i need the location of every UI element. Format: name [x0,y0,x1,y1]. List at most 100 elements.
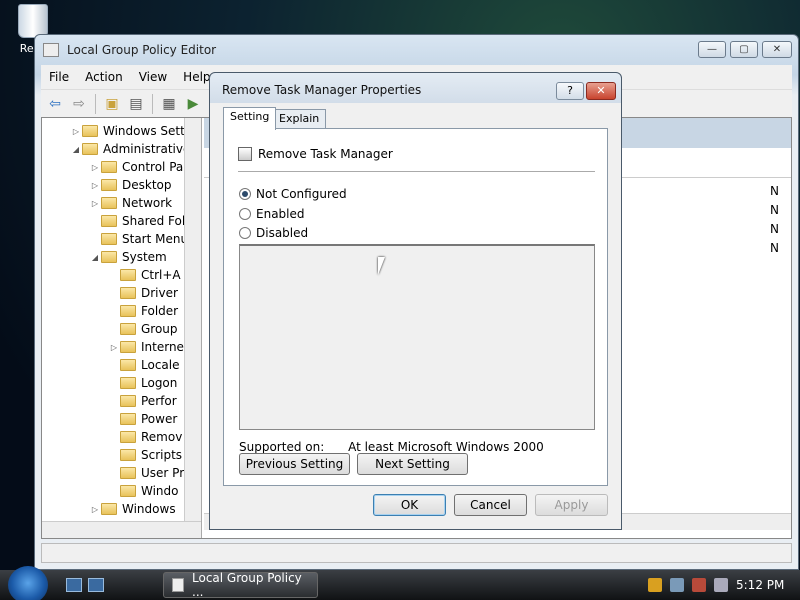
radio-label: Enabled [256,207,305,221]
tree-item[interactable]: Windo [108,482,179,500]
tree-vertical-scrollbar[interactable] [184,118,201,521]
radio-button[interactable] [239,208,251,220]
tree-item[interactable]: Ctrl+A [108,266,181,284]
tree-item[interactable]: ◢ System [89,248,167,266]
tree-expander-icon[interactable]: ▷ [89,163,101,172]
tree-expander-icon[interactable]: ▷ [89,505,101,514]
folder-icon [120,305,136,317]
tree-expander-icon[interactable]: ▷ [70,127,82,136]
start-button-icon[interactable] [8,566,48,600]
tree-expander-icon[interactable]: ▷ [89,181,101,190]
tree-item[interactable]: ▷ Windows [89,500,176,518]
show-hide-tree-icon[interactable]: ▤ [126,94,146,114]
folder-icon [120,377,136,389]
tree-item-label: Start Menu [122,232,189,246]
previous-setting-button[interactable]: Previous Setting [239,453,350,475]
network-error-icon[interactable] [692,578,706,592]
tree-item[interactable]: ▷ Desktop [89,176,172,194]
tree-item-label: Driver [141,286,178,300]
tree-item[interactable]: ▷ Control Pa [89,158,183,176]
up-folder-icon[interactable]: ▣ [102,94,122,114]
cancel-button[interactable]: Cancel [454,494,527,516]
network-icon[interactable] [670,578,684,592]
volume-muted-icon[interactable] [714,578,728,592]
apply-button[interactable]: Apply [535,494,608,516]
tree-item[interactable]: User Pr [108,464,184,482]
divider [238,171,595,172]
tree-item[interactable]: ▷ Interne [108,338,184,356]
folder-icon [120,485,136,497]
tab-explain[interactable]: Explain [272,109,327,129]
folder-icon [120,323,136,335]
radio-enabled[interactable]: Enabled [239,207,305,221]
tree-item-label: Windo [141,484,179,498]
forward-arrow-icon[interactable]: ⇨ [69,94,89,114]
radio-disabled[interactable]: Disabled [239,226,308,240]
tree-item[interactable]: ▷ Network [89,194,172,212]
ok-button[interactable]: OK [373,494,446,516]
export-list-icon[interactable]: ▶ [183,94,203,114]
tree-item-label: Power [141,412,178,426]
tree-expander-icon[interactable]: ▷ [108,343,120,352]
folder-icon [101,503,117,515]
tab-setting[interactable]: Setting [223,107,277,130]
gpedit-app-icon [43,43,59,57]
tree-item-label: Interne [141,340,184,354]
policy-setting-icon [238,147,252,161]
policy-row-state[interactable]: N [770,241,779,255]
tree-item[interactable]: Driver [108,284,178,302]
close-button[interactable]: ✕ [762,41,792,58]
tree-item[interactable]: Logon [108,374,177,392]
tree-item[interactable]: ▷ Windows Sett [70,122,185,140]
taskbar-item-gpedit[interactable]: Local Group Policy ... [163,571,318,599]
tree-item[interactable]: Power [108,410,177,428]
menu-help[interactable]: Help [183,70,210,84]
radio-button[interactable] [239,227,251,239]
tree-item-label: Network [122,196,173,210]
tree-item-label: Control Pa [122,160,184,174]
tree-horizontal-scrollbar[interactable] [42,521,201,538]
properties-icon[interactable]: ▦ [159,94,179,114]
folder-icon [120,341,136,353]
menu-action[interactable]: Action [85,70,123,84]
minimize-button[interactable]: — [698,41,726,58]
tree-item[interactable]: Start Menu [89,230,188,248]
tree-item[interactable]: Folder [108,302,178,320]
policy-row-state[interactable]: N [770,203,779,217]
folder-icon [120,269,136,281]
radio-not-configured[interactable]: Not Configured [239,187,347,201]
menu-view[interactable]: View [139,70,167,84]
setting-tab-panel: Remove Task Manager Not Configured Enabl… [223,128,608,486]
dialog-close-button[interactable]: ✕ [586,82,616,100]
tree-item[interactable]: Perfor [108,392,177,410]
tree-item[interactable]: Locale [108,356,179,374]
tree-expander-icon[interactable]: ◢ [70,145,82,154]
window-titlebar[interactable]: Local Group Policy Editor [35,35,798,65]
next-setting-button[interactable]: Next Setting [357,453,468,475]
tree-item[interactable]: Group [108,320,178,338]
tree-item[interactable]: Shared Fol [89,212,185,230]
clock[interactable]: 5:12 PM [736,578,784,592]
supported-label: Supported on: [239,440,325,454]
tree-item[interactable]: ◢ Administrative [70,140,190,158]
switch-windows-icon[interactable] [88,578,104,592]
tree-expander-icon[interactable]: ▷ [89,199,101,208]
tree-expander-icon[interactable]: ◢ [89,253,101,262]
policy-row-state[interactable]: N [770,184,779,198]
radio-button-selected[interactable] [239,188,251,200]
back-arrow-icon[interactable]: ⇦ [45,94,65,114]
dialog-help-button[interactable]: ? [556,82,584,100]
folder-icon [101,215,117,227]
maximize-button[interactable]: ▢ [730,41,758,58]
policy-row-state[interactable]: N [770,222,779,236]
tree-item[interactable]: Remov [108,428,182,446]
options-area [239,244,595,430]
show-desktop-icon[interactable] [66,578,82,592]
menu-file[interactable]: File [49,70,69,84]
tree-item-label: Administrative [103,142,191,156]
tree-item[interactable]: Scripts [108,446,182,464]
tree-item-label: Shared Fol [122,214,186,228]
folder-icon [101,233,117,245]
tree-item-label: Perfor [141,394,177,408]
security-shield-icon[interactable] [648,578,662,592]
